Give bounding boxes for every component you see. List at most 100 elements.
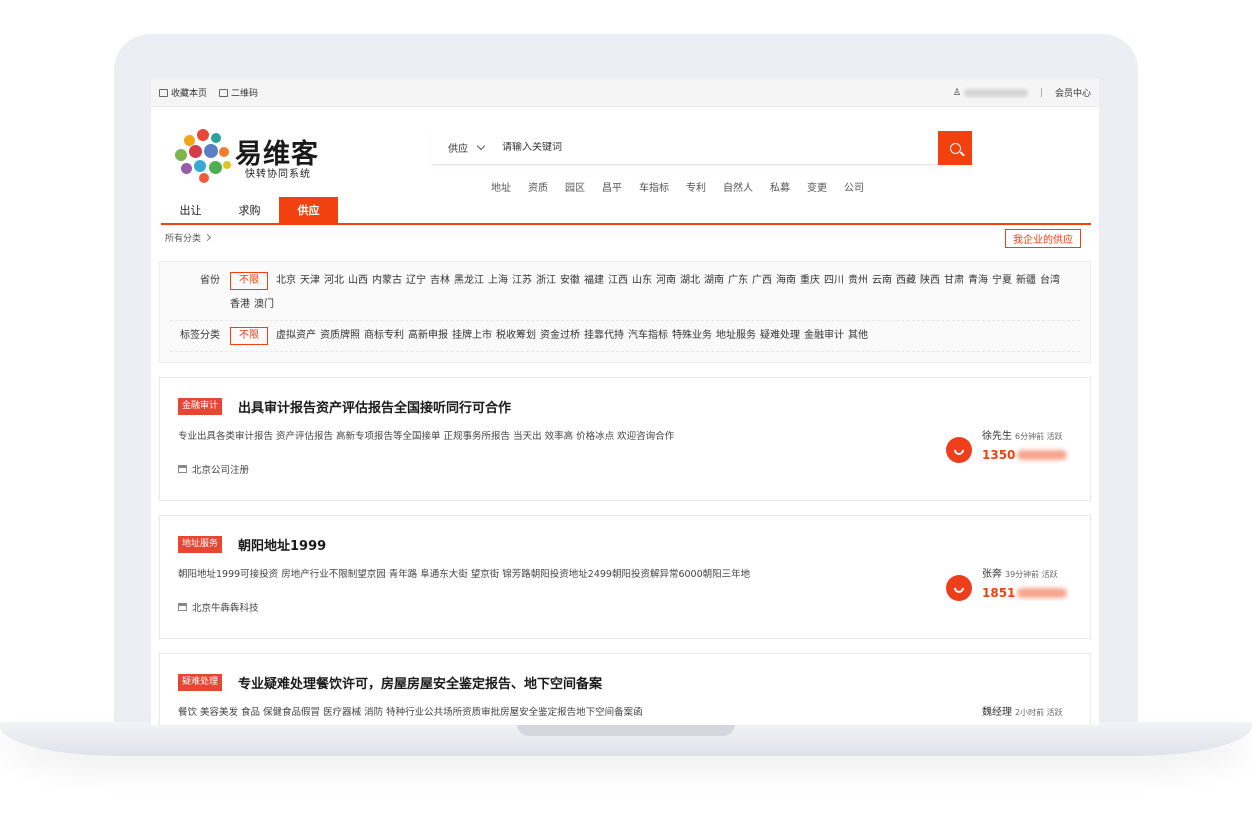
user-account[interactable]: ♙ xyxy=(953,88,1028,98)
phone-number[interactable]: 1851 xyxy=(982,586,1068,600)
province-option[interactable]: 河北 xyxy=(324,272,344,290)
listing-company: 北京牛犇犇科技 xyxy=(178,600,259,614)
province-option[interactable]: 河南 xyxy=(656,272,676,290)
province-option[interactable]: 甘肃 xyxy=(944,272,964,290)
province-option[interactable]: 吉林 xyxy=(430,272,450,290)
province-option[interactable]: 江西 xyxy=(608,272,628,290)
tag-option[interactable]: 商标专利 xyxy=(364,327,404,345)
province-option[interactable]: 江苏 xyxy=(512,272,532,290)
logo-dot xyxy=(223,161,231,169)
province-option[interactable]: 台湾 xyxy=(1040,272,1060,290)
province-option[interactable]: 黑龙江 xyxy=(454,272,484,290)
province-option[interactable]: 四川 xyxy=(824,272,844,290)
province-option[interactable]: 山西 xyxy=(348,272,368,290)
province-option[interactable]: 澳门 xyxy=(254,296,274,314)
building-icon xyxy=(178,465,187,473)
province-option[interactable]: 西藏 xyxy=(896,272,916,290)
qrcode-icon xyxy=(219,88,229,97)
province-option[interactable]: 广东 xyxy=(728,272,748,290)
hot-keywords: 地址 资质 园区 昌平 车指标 专利 自然人 私募 变更 公司 xyxy=(491,179,864,194)
logo-dot xyxy=(194,160,206,172)
qrcode-link[interactable]: 二维码 xyxy=(219,86,258,99)
hotword-link[interactable]: 资质 xyxy=(528,179,548,194)
province-option[interactable]: 海南 xyxy=(776,272,796,290)
hotword-link[interactable]: 公司 xyxy=(844,179,864,194)
tab-purchase[interactable]: 求购 xyxy=(220,197,279,223)
tag-option[interactable]: 地址服务 xyxy=(716,327,756,345)
province-option[interactable]: 重庆 xyxy=(800,272,820,290)
province-option[interactable]: 湖北 xyxy=(680,272,700,290)
tag-option[interactable]: 税收筹划 xyxy=(496,327,536,345)
province-option[interactable]: 香港 xyxy=(230,296,250,314)
my-supply-button[interactable]: 我企业的供应 xyxy=(1005,229,1081,248)
hotword-link[interactable]: 昌平 xyxy=(602,179,622,194)
listing-title[interactable]: 朝阳地址1999 xyxy=(238,535,326,554)
hotword-link[interactable]: 园区 xyxy=(565,179,585,194)
tag-option[interactable]: 资质牌照 xyxy=(320,327,360,345)
tab-transfer[interactable]: 出让 xyxy=(161,197,220,223)
tag-filter-label: 标签分类 xyxy=(180,330,220,341)
province-option-unlimited[interactable]: 不限 xyxy=(230,272,268,290)
tag-option[interactable]: 汽车指标 xyxy=(628,327,668,345)
handset-icon xyxy=(951,580,967,596)
search-icon xyxy=(949,142,961,154)
tag-option[interactable]: 高新申报 xyxy=(408,327,448,345)
hotword-link[interactable]: 车指标 xyxy=(639,179,669,194)
top-bar-left: 收藏本页 二维码 xyxy=(159,86,258,99)
bookmark-link[interactable]: 收藏本页 xyxy=(159,86,207,99)
tab-supply[interactable]: 供应 xyxy=(279,197,338,223)
province-option[interactable]: 上海 xyxy=(488,272,508,290)
hotword-link[interactable]: 专利 xyxy=(686,179,706,194)
phone-icon[interactable] xyxy=(946,575,972,601)
province-option[interactable]: 新疆 xyxy=(1016,272,1036,290)
province-option[interactable]: 北京 xyxy=(276,272,296,290)
province-option[interactable]: 福建 xyxy=(584,272,604,290)
province-options: 不限 北京 天津 河北 山西 内蒙古 辽宁 吉林 黑龙江 上海 江苏 浙江 安徽… xyxy=(230,272,1080,314)
search-category-select[interactable]: 供应 xyxy=(432,140,502,155)
tag-option[interactable]: 挂靠代持 xyxy=(584,327,624,345)
hotword-link[interactable]: 私募 xyxy=(770,179,790,194)
tag-option[interactable]: 其他 xyxy=(848,327,868,345)
listing-title[interactable]: 专业疑难处理餐饮许可，房屋房屋安全鉴定报告、地下空间备案 xyxy=(238,673,602,692)
listing-card[interactable]: 地址服务 朝阳地址1999 朝阳地址1999可接投资 房地产行业不限制望京园 青… xyxy=(159,515,1091,639)
member-center-link[interactable]: 会员中心 xyxy=(1055,86,1091,99)
tag-option[interactable]: 资金过桥 xyxy=(540,327,580,345)
logo-dots-icon[interactable] xyxy=(175,129,231,185)
tag-option[interactable]: 挂牌上市 xyxy=(452,327,492,345)
province-option[interactable]: 湖南 xyxy=(704,272,724,290)
breadcrumb-label: 所有分类 xyxy=(165,234,202,244)
province-option[interactable]: 广西 xyxy=(752,272,772,290)
province-option[interactable]: 青海 xyxy=(968,272,988,290)
hotword-link[interactable]: 变更 xyxy=(807,179,827,194)
listing-title[interactable]: 出具审计报告资产评估报告全国接听同行可合作 xyxy=(238,397,511,416)
contact-info: 魏经理 2小时前 活跃 xyxy=(982,703,1063,718)
listing-description: 专业出具各类审计报告 资产评估报告 高新专项报告等全国接单 正规事务所报告 当天… xyxy=(178,431,675,442)
listing-card[interactable]: 金融审计 出具审计报告资产评估报告全国接听同行可合作 专业出具各类审计报告 资产… xyxy=(159,377,1091,501)
tag-option[interactable]: 虚拟资产 xyxy=(276,327,316,345)
province-option[interactable]: 安徽 xyxy=(560,272,580,290)
listing-card[interactable]: 疑难处理 专业疑难处理餐饮许可，房屋房屋安全鉴定报告、地下空间备案 餐饮 美容美… xyxy=(159,653,1091,725)
search-input[interactable] xyxy=(502,142,922,153)
search-button[interactable] xyxy=(938,131,972,165)
phone-number[interactable]: 1350 xyxy=(982,448,1068,462)
province-option[interactable]: 辽宁 xyxy=(406,272,426,290)
phone-icon[interactable] xyxy=(946,437,972,463)
province-option[interactable]: 天津 xyxy=(300,272,320,290)
tag-option-unlimited[interactable]: 不限 xyxy=(230,327,268,345)
province-option[interactable]: 陕西 xyxy=(920,272,940,290)
province-option[interactable]: 山东 xyxy=(632,272,652,290)
province-option[interactable]: 浙江 xyxy=(536,272,556,290)
hotword-link[interactable]: 自然人 xyxy=(723,179,753,194)
search-category-label: 供应 xyxy=(448,144,468,155)
listing-tag: 金融审计 xyxy=(178,398,223,415)
tag-option[interactable]: 金融审计 xyxy=(804,327,844,345)
province-option[interactable]: 云南 xyxy=(872,272,892,290)
tag-option[interactable]: 特殊业务 xyxy=(672,327,712,345)
hotword-link[interactable]: 地址 xyxy=(491,179,511,194)
province-option[interactable]: 宁夏 xyxy=(992,272,1012,290)
logo-dot xyxy=(175,149,187,161)
province-option[interactable]: 贵州 xyxy=(848,272,868,290)
breadcrumb[interactable]: 所有分类 xyxy=(165,231,212,244)
province-option[interactable]: 内蒙古 xyxy=(372,272,402,290)
tag-option[interactable]: 疑难处理 xyxy=(760,327,800,345)
